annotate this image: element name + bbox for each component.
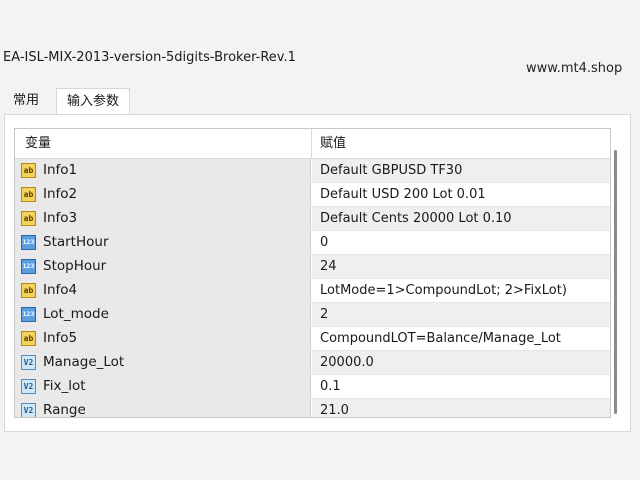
parameter-name: StopHour	[43, 258, 107, 274]
parameter-name-cell[interactable]: 123 StopHour	[15, 255, 311, 278]
column-divider[interactable]	[311, 129, 312, 159]
parameter-value[interactable]: 20000.0	[320, 351, 374, 374]
table-row[interactable]: ab Info2 Default USD 200 Lot 0.01	[15, 183, 610, 207]
string-type-icon: ab	[21, 331, 36, 346]
parameter-name: Manage_Lot	[43, 354, 125, 370]
parameter-name-cell[interactable]: ab Info5	[15, 327, 311, 350]
parameter-name: Range	[43, 402, 86, 418]
parameter-name: Info3	[43, 210, 78, 226]
integer-type-icon: 123	[21, 259, 36, 274]
parameters-table: 变量 赋值 ab Info1 Default GBPUSD TF30 ab Info2 D…	[14, 128, 611, 418]
parameter-value[interactable]: Default USD 200 Lot 0.01	[320, 183, 486, 206]
table-row[interactable]: 123 StopHour 24	[15, 255, 610, 279]
double-type-icon: V2	[21, 379, 36, 394]
parameter-name-cell[interactable]: ab Info4	[15, 279, 311, 302]
parameter-name: Lot_mode	[43, 306, 109, 322]
parameter-name-cell[interactable]: V2 Range	[15, 399, 311, 418]
table-row[interactable]: 123 StartHour 0	[15, 231, 610, 255]
parameter-name: Info4	[43, 282, 78, 298]
parameter-name: Info5	[43, 330, 78, 346]
parameter-value-cell[interactable]: 21.0	[312, 399, 610, 417]
column-header-value[interactable]: 赋值	[320, 129, 346, 159]
parameter-value-cell[interactable]: 24	[312, 255, 610, 278]
table-row[interactable]: ab Info1 Default GBPUSD TF30	[15, 159, 610, 183]
string-type-icon: ab	[21, 283, 36, 298]
table-row[interactable]: V2 Manage_Lot 20000.0	[15, 351, 610, 375]
parameter-name: Info2	[43, 186, 78, 202]
parameter-value[interactable]: 24	[320, 255, 337, 278]
table-body: ab Info1 Default GBPUSD TF30 ab Info2 Default…	[15, 159, 610, 418]
scrollbar-thumb[interactable]	[614, 150, 617, 414]
tab-input-parameters[interactable]: 输入参数	[56, 88, 130, 115]
table-row[interactable]: ab Info4 LotMode=1>CompoundLot; 2>FixLot)	[15, 279, 610, 303]
parameter-value-cell[interactable]: 0.1	[312, 375, 610, 398]
integer-type-icon: 123	[21, 235, 36, 250]
parameter-name-cell[interactable]: 123 StartHour	[15, 231, 311, 254]
parameter-value-cell[interactable]: Default GBPUSD TF30	[312, 159, 610, 182]
table-row[interactable]: ab Info5 CompoundLOT=Balance/Manage_Lot	[15, 327, 610, 351]
parameter-name-cell[interactable]: ab Info1	[15, 159, 311, 182]
string-type-icon: ab	[21, 211, 36, 226]
parameter-value[interactable]: 2	[320, 303, 328, 326]
table-header: 变量 赋值	[15, 129, 610, 159]
column-header-variable[interactable]: 变量	[25, 129, 51, 159]
parameter-value[interactable]: 0.1	[320, 375, 341, 398]
string-type-icon: ab	[21, 163, 36, 178]
watermark: www.mt4.shop	[526, 61, 623, 76]
parameter-name-cell[interactable]: 123 Lot_mode	[15, 303, 311, 326]
parameter-value[interactable]: LotMode=1>CompoundLot; 2>FixLot)	[320, 279, 567, 302]
parameter-name: Info1	[43, 162, 78, 178]
parameter-name-cell[interactable]: ab Info3	[15, 207, 311, 230]
parameter-value-cell[interactable]: 20000.0	[312, 351, 610, 374]
parameter-value[interactable]: 21.0	[320, 399, 349, 417]
parameter-name: StartHour	[43, 234, 109, 250]
table-row[interactable]: V2 Range 21.0	[15, 399, 610, 418]
double-type-icon: V2	[21, 403, 36, 417]
table-row[interactable]: V2 Fix_lot 0.1	[15, 375, 610, 399]
double-type-icon: V2	[21, 355, 36, 370]
table-row[interactable]: 123 Lot_mode 2	[15, 303, 610, 327]
vertical-scrollbar[interactable]	[611, 148, 621, 418]
parameter-value-cell[interactable]: 0	[312, 231, 610, 254]
parameter-value[interactable]: 0	[320, 231, 328, 254]
table-row[interactable]: ab Info3 Default Cents 20000 Lot 0.10	[15, 207, 610, 231]
parameter-value-cell[interactable]: Default Cents 20000 Lot 0.10	[312, 207, 610, 230]
parameter-value-cell[interactable]: LotMode=1>CompoundLot; 2>FixLot)	[312, 279, 610, 302]
window-title: EA-ISL-MIX-2013-version-5digits-Broker-R…	[3, 50, 296, 65]
parameter-name-cell[interactable]: ab Info2	[15, 183, 311, 206]
parameter-value-cell[interactable]: Default USD 200 Lot 0.01	[312, 183, 610, 206]
parameter-name-cell[interactable]: V2 Fix_lot	[15, 375, 311, 398]
integer-type-icon: 123	[21, 307, 36, 322]
string-type-icon: ab	[21, 187, 36, 202]
parameter-name-cell[interactable]: V2 Manage_Lot	[15, 351, 311, 374]
parameter-value-cell[interactable]: 2	[312, 303, 610, 326]
parameter-value[interactable]: CompoundLOT=Balance/Manage_Lot	[320, 327, 561, 350]
parameter-value[interactable]: Default Cents 20000 Lot 0.10	[320, 207, 512, 230]
tab-common[interactable]: 常用	[3, 88, 49, 114]
parameter-value-cell[interactable]: CompoundLOT=Balance/Manage_Lot	[312, 327, 610, 350]
parameter-value[interactable]: Default GBPUSD TF30	[320, 159, 462, 182]
parameter-name: Fix_lot	[43, 378, 86, 394]
tab-bar: 常用 输入参数	[0, 88, 640, 115]
